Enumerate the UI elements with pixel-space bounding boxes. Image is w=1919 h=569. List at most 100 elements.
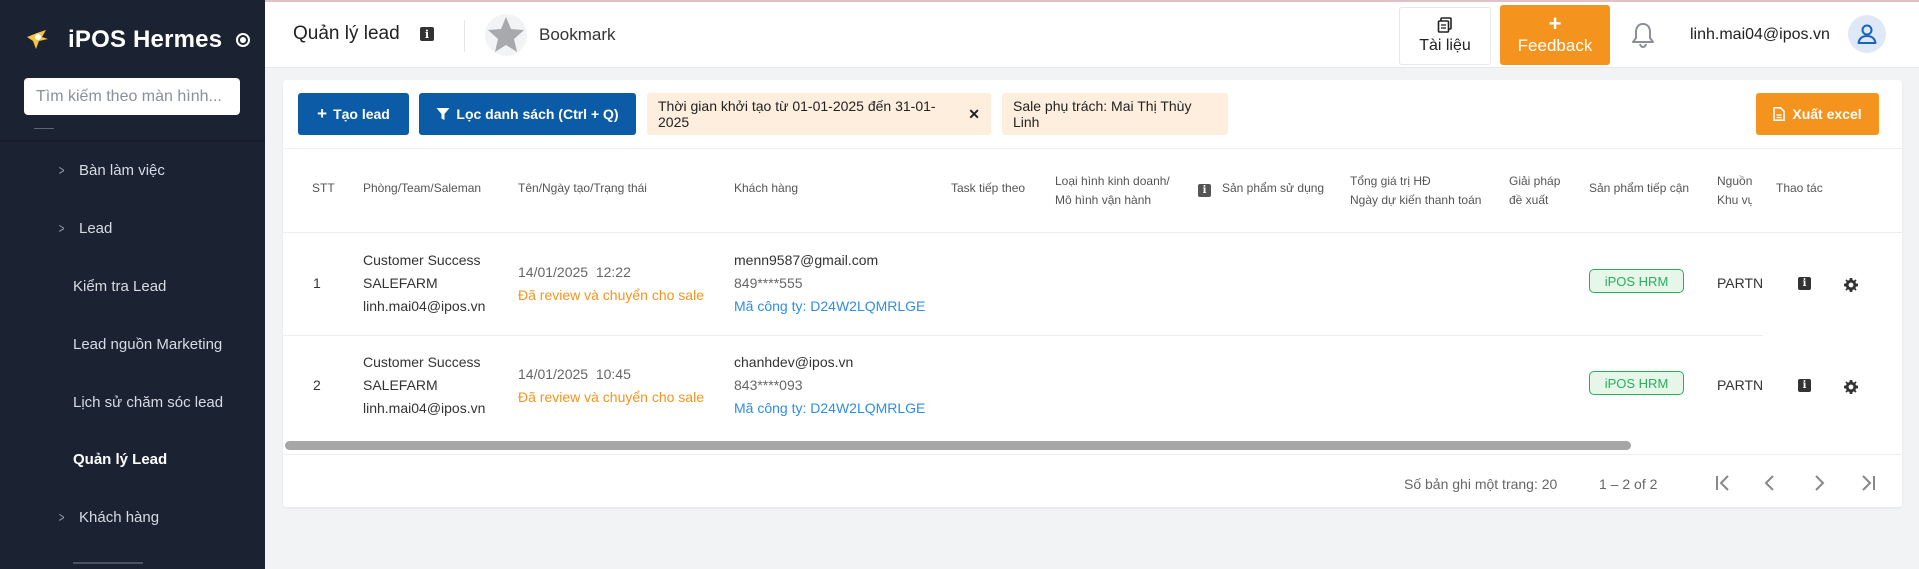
file-icon bbox=[1773, 107, 1786, 121]
create-lead-label: Tạo lead bbox=[333, 106, 390, 122]
row-divider bbox=[283, 335, 1763, 336]
row-customer-email: chanhdev@ipos.vn bbox=[734, 354, 854, 370]
footer-divider bbox=[283, 454, 1902, 455]
user-email[interactable]: linh.mai04@ipos.vn bbox=[1690, 26, 1830, 44]
sidebar-item-lead[interactable]: > Lead bbox=[0, 208, 265, 248]
column-header-customer: Khách hàng bbox=[734, 181, 799, 195]
docs-button[interactable]: Tài liệu bbox=[1399, 7, 1491, 65]
filter-list-label: Lọc danh sách (Ctrl + Q) bbox=[456, 106, 619, 122]
row-customer: menn9587@gmail.com 849****555 Mã công ty… bbox=[734, 249, 925, 318]
scrollbar-thumb[interactable] bbox=[285, 441, 1631, 450]
close-icon[interactable]: ✕ bbox=[968, 106, 980, 123]
sidebar-item-label: Lead nguồn Marketing bbox=[73, 335, 223, 353]
sidebar-separator bbox=[0, 140, 265, 142]
sidebar-item-lich-su-cham-soc-lead[interactable]: Lịch sử chăm sóc lead bbox=[0, 382, 265, 422]
plus-icon: + bbox=[1548, 11, 1562, 36]
page-size-label[interactable]: Số bản ghi một trang: 20 bbox=[1404, 476, 1557, 492]
filter-chip-sale-label: Sale phụ trách: Mai Thị Thùy Linh bbox=[1013, 98, 1192, 130]
plus-icon: + bbox=[317, 104, 328, 123]
row-source: PARTN bbox=[1717, 377, 1764, 393]
column-header-task: Task tiếp theo bbox=[951, 181, 1026, 195]
column-header-solution: Giải pháp đề xuất bbox=[1509, 172, 1560, 210]
column-header-business: Loại hình kinh doanh/ Mô hình vận hành bbox=[1055, 172, 1170, 210]
sidebar-search-input[interactable] bbox=[24, 78, 240, 115]
brand-logo[interactable]: iPOS Hermes bbox=[24, 22, 251, 58]
column-header-source-line2: Khu vực bbox=[1717, 193, 1752, 207]
user-icon bbox=[1857, 24, 1877, 44]
sidebar-item-quan-ly-lead[interactable]: Quản lý Lead bbox=[0, 439, 265, 479]
product-badge: iPOS HRM bbox=[1589, 371, 1684, 395]
header-row-divider bbox=[283, 232, 1902, 233]
filter-list-button[interactable]: Lọc danh sách (Ctrl + Q) bbox=[419, 93, 636, 135]
column-header-value-line1: Tổng giá trị HĐ bbox=[1350, 174, 1431, 188]
row-team: Customer Success SALEFARM linh.mai04@ipo… bbox=[363, 351, 485, 420]
row-status: Đã review và chuyển cho sale bbox=[518, 287, 704, 303]
sidebar-item-khach-hang[interactable]: > Khách hàng bbox=[0, 497, 265, 537]
info-icon[interactable]: i bbox=[420, 27, 434, 41]
gear-icon[interactable] bbox=[1843, 277, 1859, 293]
export-excel-button[interactable]: Xuất excel bbox=[1756, 93, 1879, 135]
gear-icon[interactable] bbox=[1843, 379, 1859, 395]
bookmark-label[interactable]: Bookmark bbox=[539, 25, 616, 45]
filter-chip-sale[interactable]: Sale phụ trách: Mai Thị Thùy Linh bbox=[1002, 93, 1228, 135]
column-header-product-used: Sản phẩm sử dụng bbox=[1222, 181, 1325, 195]
row-team: Customer Success SALEFARM linh.mai04@ipo… bbox=[363, 249, 485, 318]
toolbar-divider bbox=[283, 148, 1902, 149]
sidebar-item-label: Khách hàng bbox=[79, 508, 160, 526]
create-lead-button[interactable]: + Tạo lead bbox=[298, 93, 409, 135]
info-icon[interactable]: i bbox=[1198, 184, 1211, 197]
column-header-solution-line2: đề xuất bbox=[1509, 193, 1549, 207]
filter-chip-time-label: Thời gian khởi tạo từ 01-01-2025 đến 31-… bbox=[658, 98, 936, 130]
row-source: PARTN bbox=[1717, 275, 1764, 291]
feedback-button[interactable]: + Feedback bbox=[1500, 5, 1610, 65]
column-header-name: Tên/Ngày tạo/Trạng thái bbox=[518, 181, 647, 195]
sidebar-item-label: Lead bbox=[79, 219, 113, 237]
bell-icon[interactable] bbox=[1630, 21, 1656, 49]
first-page-icon[interactable] bbox=[1711, 471, 1735, 495]
sidebar-item-label: Bàn làm việc bbox=[79, 161, 165, 179]
row-company-code-link[interactable]: Mã công ty: D24W2LQMRLGE bbox=[734, 295, 925, 318]
info-icon[interactable]: i bbox=[1798, 379, 1811, 392]
row-stt: 1 bbox=[313, 275, 321, 291]
horizontal-scrollbar[interactable] bbox=[283, 439, 1902, 453]
last-page-icon[interactable] bbox=[1856, 471, 1880, 495]
top-header: Quản lý lead i Bookmark Tài liệu + Feedb… bbox=[265, 2, 1919, 68]
column-header-stt: STT bbox=[312, 181, 335, 195]
sidebar-item-ban-lam-viec[interactable]: > Bàn làm việc bbox=[0, 150, 265, 190]
filter-chip-time[interactable]: Thời gian khởi tạo từ 01-01-2025 đến 31-… bbox=[647, 93, 991, 135]
row-team-name: Customer Success bbox=[363, 354, 481, 370]
row-company-code-link[interactable]: Mã công ty: D24W2LQMRLGE bbox=[734, 397, 925, 420]
row-saleman: linh.mai04@ipos.vn bbox=[363, 298, 486, 314]
sidebar-item-label: Lịch sử chăm sóc lead bbox=[73, 393, 224, 411]
sidebar-toggle-icon[interactable] bbox=[236, 33, 251, 47]
row-name-date-status: 14/01/2025 10:45 Đã review và chuyển cho… bbox=[518, 363, 704, 409]
column-header-team: Phòng/Team/Saleman bbox=[363, 181, 482, 195]
chevron-right-icon: > bbox=[58, 162, 65, 178]
column-header-contract-value: Tổng giá trị HĐ Ngày dự kiến thanh toán bbox=[1350, 172, 1481, 210]
chevron-right-icon: > bbox=[58, 509, 65, 525]
sidebar-item-label: Kiểm tra Lead bbox=[73, 277, 167, 295]
product-badge: iPOS HRM bbox=[1589, 269, 1684, 293]
star-icon[interactable] bbox=[484, 13, 528, 57]
lead-list-card: + Tạo lead Lọc danh sách (Ctrl + Q) Thời… bbox=[283, 80, 1902, 507]
column-header-business-line2: Mô hình vận hành bbox=[1055, 193, 1152, 207]
row-customer-phone: 843****093 bbox=[734, 377, 803, 393]
sidebar-item-lead-nguon-marketing[interactable]: Lead nguồn Marketing bbox=[0, 324, 265, 364]
sidebar-item-kiem-tra-lead[interactable]: Kiểm tra Lead bbox=[0, 266, 265, 306]
header-divider bbox=[464, 20, 465, 52]
sidebar-more-indicator bbox=[73, 562, 143, 564]
column-header-source: Nguồn tạ Khu vực bbox=[1717, 172, 1752, 210]
avatar[interactable] bbox=[1848, 15, 1886, 53]
previous-page-icon[interactable] bbox=[1758, 471, 1782, 495]
next-page-icon[interactable] bbox=[1807, 471, 1831, 495]
sidebar-item-label: Quản lý Lead bbox=[73, 450, 168, 468]
row-saleman: linh.mai04@ipos.vn bbox=[363, 400, 486, 416]
row-team-name: Customer Success bbox=[363, 252, 481, 268]
info-icon[interactable]: i bbox=[1798, 277, 1811, 290]
page-title: Quản lý lead bbox=[293, 23, 400, 44]
row-created-date: 14/01/2025 10:45 bbox=[518, 366, 631, 382]
row-team-group: SALEFARM bbox=[363, 377, 438, 393]
docs-label: Tài liệu bbox=[1419, 37, 1471, 54]
hermes-logo-icon bbox=[24, 27, 50, 53]
column-header-source-line1: Nguồn tạ bbox=[1717, 174, 1752, 188]
